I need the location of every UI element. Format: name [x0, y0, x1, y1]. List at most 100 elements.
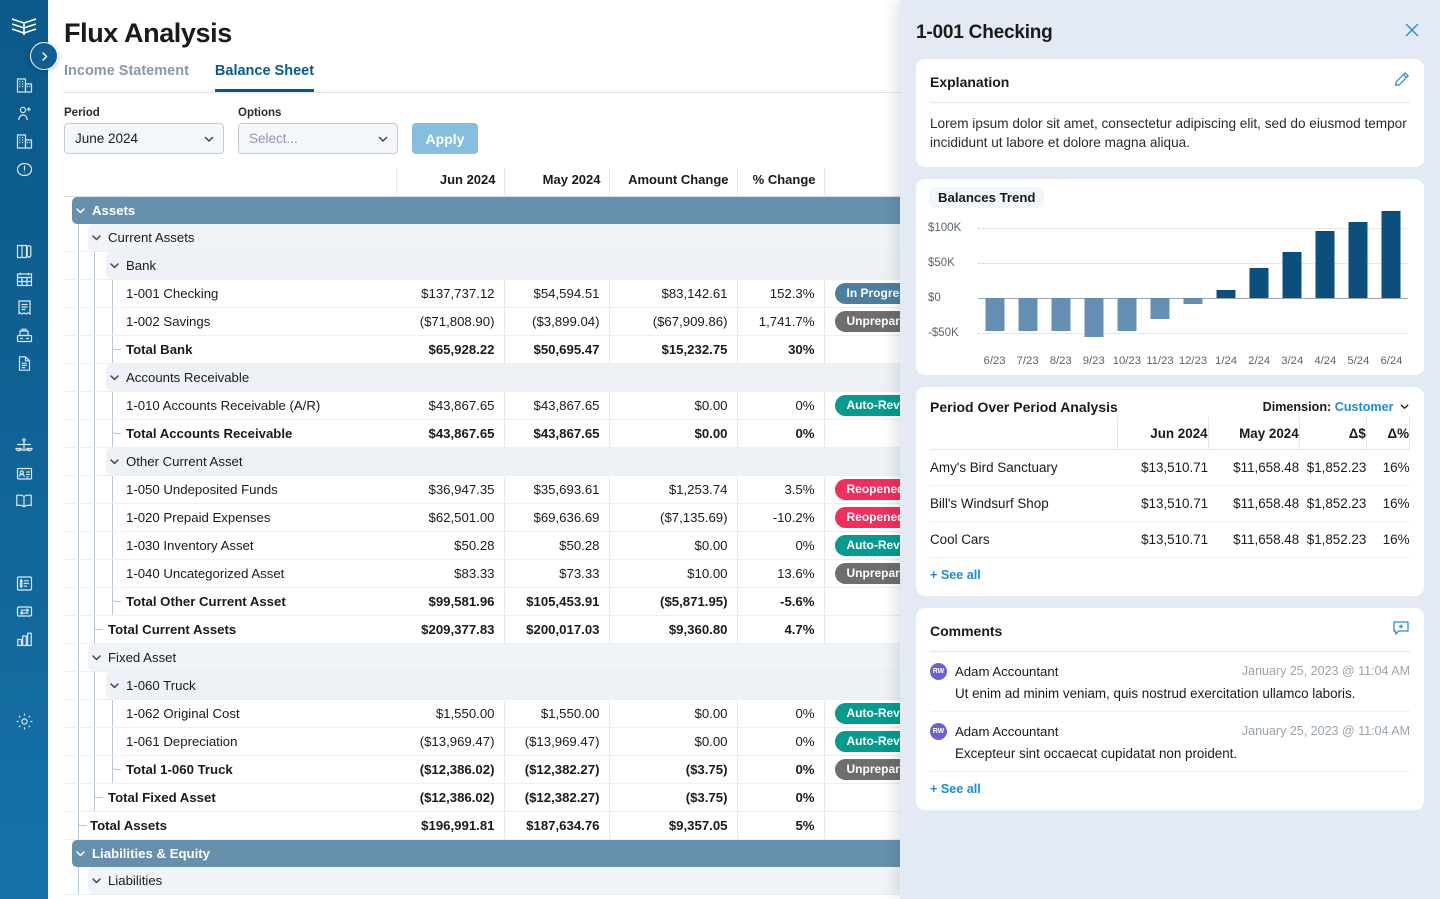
- chevron-down-icon[interactable]: [108, 455, 126, 468]
- comment-item[interactable]: RWAdam AccountantJanuary 25, 2023 @ 11:0…: [930, 652, 1410, 712]
- comment-meta: RWAdam AccountantJanuary 25, 2023 @ 11:0…: [930, 723, 1410, 740]
- comment-body: Ut enim ad minim veniam, quis nostrud ex…: [930, 680, 1410, 701]
- chart-bar-slot[interactable]: [1243, 211, 1276, 351]
- receipt-icon[interactable]: [8, 294, 40, 320]
- sidebar-group-3: [8, 432, 40, 514]
- chart-bar[interactable]: [1184, 298, 1203, 304]
- chevron-down-icon[interactable]: [90, 874, 108, 887]
- chevron-down-icon[interactable]: [90, 231, 108, 244]
- chart-bar-slot[interactable]: [1309, 211, 1342, 351]
- chart-bar-slot[interactable]: [1011, 211, 1044, 351]
- chevron-down-icon[interactable]: [108, 371, 126, 384]
- chart-bar-slot[interactable]: [1077, 211, 1110, 351]
- calendar-grid-icon[interactable]: [8, 266, 40, 292]
- pop-col-jun: Jun 2024: [1117, 417, 1208, 450]
- scales-balance-icon[interactable]: [8, 432, 40, 458]
- row-label-cell: Total Fixed Asset: [64, 784, 396, 812]
- period-over-period-card: Period Over Period Analysis Dimension: C…: [916, 387, 1424, 596]
- chart-bar-slot[interactable]: [1176, 211, 1209, 351]
- chart-bar[interactable]: [1283, 252, 1302, 298]
- tab-income-statement[interactable]: Income Statement: [64, 63, 189, 92]
- chart-bar[interactable]: [1150, 298, 1169, 319]
- chart-bar-slot[interactable]: [1143, 211, 1176, 351]
- chart-bar-slot[interactable]: [1276, 211, 1309, 351]
- chevron-down-icon[interactable]: [90, 651, 108, 664]
- comment-author: Adam Accountant: [955, 664, 1242, 679]
- pop-cell-d: $1,852.23: [1299, 485, 1366, 521]
- chart-bar-slot[interactable]: [978, 211, 1011, 351]
- transfer-arrows-icon[interactable]: [8, 598, 40, 624]
- chart-bar-slot[interactable]: [1342, 211, 1375, 351]
- pop-see-all-link[interactable]: + See all: [930, 558, 1410, 582]
- building-chart-2-icon[interactable]: [8, 128, 40, 154]
- chart-bar[interactable]: [985, 298, 1004, 331]
- cell-amount-change: ($3.75): [609, 756, 737, 784]
- pencil-icon[interactable]: [1393, 71, 1410, 93]
- chart-x-tick-label: 9/23: [1077, 355, 1110, 367]
- chart-bar-slot[interactable]: [1375, 211, 1408, 351]
- chevron-down-icon[interactable]: [108, 259, 126, 272]
- col-header-amount[interactable]: Amount Change: [609, 168, 737, 197]
- pop-table: Jun 2024 May 2024 Δ$ Δ% Amy's Bird Sanct…: [930, 417, 1410, 558]
- close-icon[interactable]: [1402, 20, 1422, 45]
- avatar: RW: [930, 663, 947, 680]
- col-header-pct[interactable]: % Change: [737, 168, 824, 197]
- pop-table-row[interactable]: Cool Cars$13,510.71$11,658.48$1,852.2316…: [930, 521, 1410, 557]
- pop-cell-may: $11,658.48: [1208, 521, 1299, 557]
- chart-bar[interactable]: [1084, 298, 1103, 337]
- gear-icon[interactable]: [8, 708, 40, 734]
- chart-bar-slot[interactable]: [1110, 211, 1143, 351]
- chart-x-tick-label: 11/23: [1143, 355, 1176, 367]
- building-chart-icon[interactable]: [8, 72, 40, 98]
- chart-bar[interactable]: [1382, 211, 1401, 298]
- chart-y-tick-label: $0: [928, 292, 941, 304]
- chart-bar[interactable]: [1051, 298, 1070, 331]
- chevron-down-icon[interactable]: [108, 679, 126, 692]
- pop-table-row[interactable]: Bill's Windsurf Shop$13,510.71$11,658.48…: [930, 485, 1410, 521]
- explanation-title: Explanation: [930, 74, 1009, 90]
- document-icon[interactable]: [8, 350, 40, 376]
- tab-balance-sheet[interactable]: Balance Sheet: [215, 63, 314, 92]
- chart-bar[interactable]: [1349, 222, 1368, 298]
- chart-bar[interactable]: [1217, 290, 1236, 298]
- open-book-icon[interactable]: [8, 488, 40, 514]
- id-card-icon[interactable]: [8, 460, 40, 486]
- row-label-cell: Total 1-060 Truck: [64, 756, 396, 784]
- cell-pct-change: 0%: [737, 728, 824, 756]
- chart-bar[interactable]: [1018, 298, 1037, 331]
- row-label: Total 1-060 Truck: [126, 762, 233, 777]
- pop-cell-name: Amy's Bird Sanctuary: [930, 449, 1117, 485]
- cell-pct-change: 5%: [737, 812, 824, 840]
- apply-button[interactable]: Apply: [412, 123, 478, 154]
- chart-bar[interactable]: [1316, 231, 1335, 298]
- cash-register-icon[interactable]: [8, 322, 40, 348]
- period-select[interactable]: June 2024: [64, 123, 224, 154]
- comment-item[interactable]: RWAdam AccountantJanuary 25, 2023 @ 11:0…: [930, 712, 1410, 772]
- book-logo-icon[interactable]: [9, 12, 39, 42]
- pop-table-row[interactable]: Amy's Bird Sanctuary$13,510.71$11,658.48…: [930, 449, 1410, 485]
- chevron-down-icon[interactable]: [74, 204, 92, 217]
- chart-bar[interactable]: [1250, 268, 1269, 298]
- alert-circle-icon[interactable]: [8, 156, 40, 182]
- sidebar-expand-button[interactable]: [30, 42, 58, 70]
- add-user-icon[interactable]: [8, 100, 40, 126]
- checklist-icon[interactable]: [8, 570, 40, 596]
- cell-jun: $83.33: [396, 560, 504, 588]
- bar-chart-icon[interactable]: [8, 626, 40, 652]
- cell-jun: ($12,386.02): [396, 784, 504, 812]
- chart-bar-slot[interactable]: [1210, 211, 1243, 351]
- col-header-jun[interactable]: Jun 2024: [396, 168, 504, 197]
- row-label: 1-002 Savings: [126, 314, 210, 329]
- chevron-down-icon[interactable]: [74, 847, 92, 860]
- notebook-pencil-icon[interactable]: [8, 238, 40, 264]
- row-label: Bank: [126, 258, 156, 273]
- chart-bar[interactable]: [1117, 298, 1136, 331]
- row-label: 1-040 Uncategorized Asset: [126, 566, 284, 581]
- dimension-select[interactable]: Dimension: Customer: [1263, 400, 1410, 414]
- chart-bar-slot[interactable]: [1044, 211, 1077, 351]
- comments-see-all-link[interactable]: + See all: [930, 772, 1410, 796]
- options-select[interactable]: Select...: [238, 123, 398, 154]
- row-label-cell: 1-010 Accounts Receivable (A/R): [64, 392, 396, 420]
- col-header-may[interactable]: May 2024: [504, 168, 609, 197]
- add-comment-icon[interactable]: [1392, 620, 1410, 642]
